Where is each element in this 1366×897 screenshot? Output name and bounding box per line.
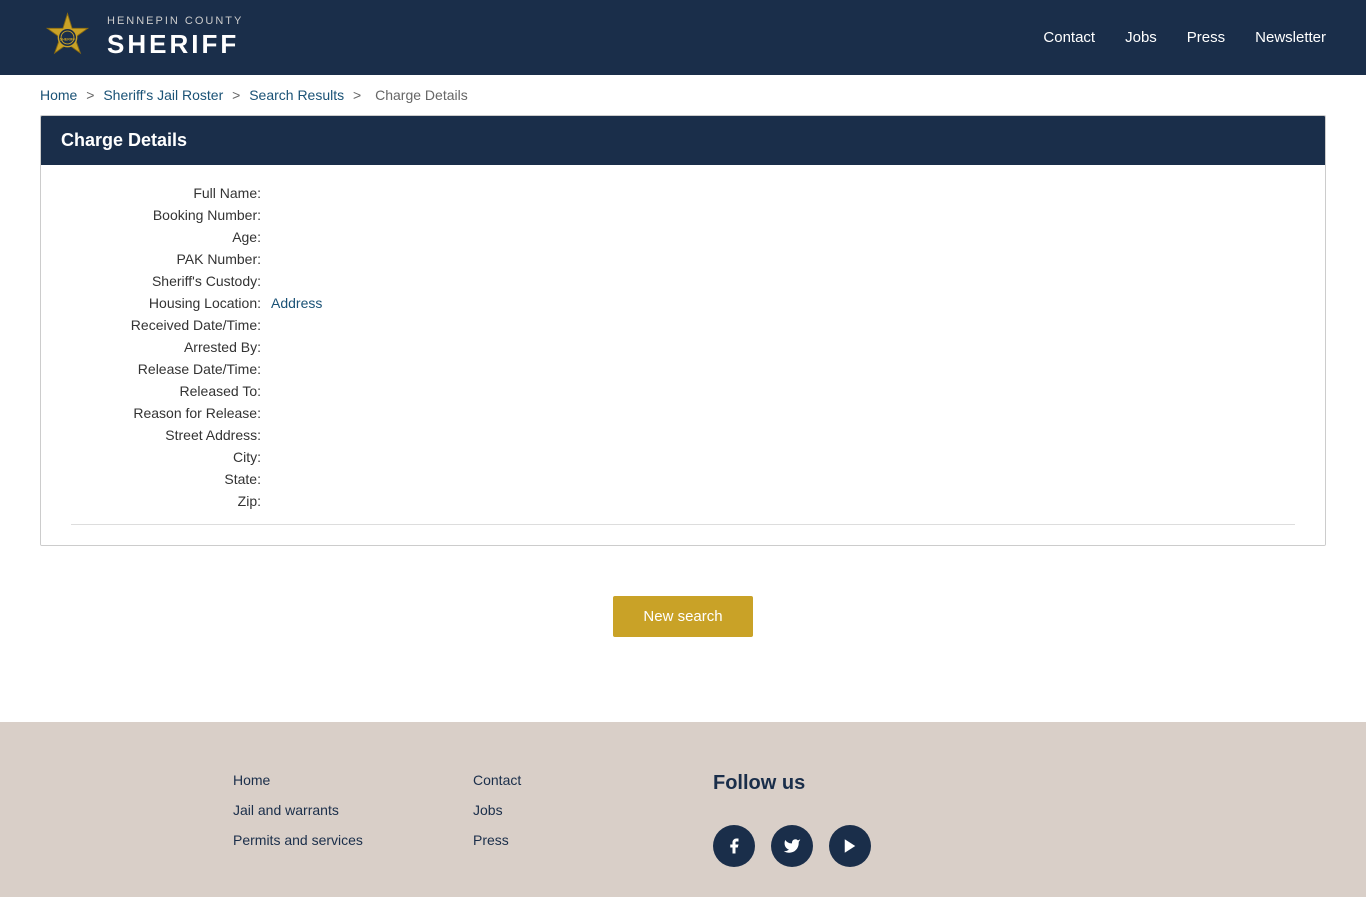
label-booking-number: Booking Number:: [71, 207, 271, 223]
label-reason-for-release: Reason for Release:: [71, 405, 271, 421]
label-full-name: Full Name:: [71, 185, 271, 201]
footer-col-1: Home Jail and warrants Permits and servi…: [233, 772, 413, 867]
value-booking-number: [271, 207, 1295, 223]
value-pak-number: [271, 251, 1295, 267]
facebook-icon[interactable]: [713, 825, 755, 867]
value-reason-for-release: [271, 405, 1295, 421]
breadcrumb: Home > Sheriff's Jail Roster > Search Re…: [0, 75, 1366, 115]
footer-link-contact[interactable]: Contact: [473, 772, 653, 788]
breadcrumb-home[interactable]: Home: [40, 87, 77, 103]
site-footer: Home Jail and warrants Permits and servi…: [0, 722, 1366, 897]
follow-us-heading: Follow us: [713, 772, 913, 795]
value-state: [271, 471, 1295, 487]
main-nav: Contact Jobs Press Newsletter: [1043, 29, 1326, 46]
field-full-name: Full Name:: [71, 185, 1295, 201]
value-sheriffs-custody: [271, 273, 1295, 289]
charge-details-card: Charge Details Full Name: Booking Number…: [40, 115, 1326, 546]
field-booking-number: Booking Number:: [71, 207, 1295, 223]
twitter-icon[interactable]: [771, 825, 813, 867]
nav-jobs[interactable]: Jobs: [1125, 29, 1157, 46]
header-county: HENNEPIN COUNTY: [107, 15, 243, 28]
value-release-datetime: [271, 361, 1295, 377]
label-released-to: Released To:: [71, 383, 271, 399]
svg-text:SHERIFF: SHERIFF: [60, 37, 76, 41]
label-housing-location: Housing Location:: [71, 295, 271, 311]
field-received-datetime: Received Date/Time:: [71, 317, 1295, 333]
card-body: Full Name: Booking Number: Age: PAK Numb…: [41, 165, 1325, 545]
logo: SHERIFF HENNEPIN COUNTY SHERIFF: [40, 10, 243, 65]
field-city: City:: [71, 449, 1295, 465]
youtube-icon[interactable]: [829, 825, 871, 867]
header-title-group: HENNEPIN COUNTY SHERIFF: [107, 15, 243, 59]
label-age: Age:: [71, 229, 271, 245]
label-release-datetime: Release Date/Time:: [71, 361, 271, 377]
main-content: Charge Details Full Name: Booking Number…: [0, 115, 1366, 702]
field-sheriffs-custody: Sheriff's Custody:: [71, 273, 1295, 289]
label-sheriffs-custody: Sheriff's Custody:: [71, 273, 271, 289]
field-housing-location: Housing Location: Address: [71, 295, 1295, 311]
field-released-to: Released To:: [71, 383, 1295, 399]
sheriff-badge-icon: SHERIFF: [40, 10, 95, 65]
value-zip: [271, 493, 1295, 509]
field-street-address: Street Address:: [71, 427, 1295, 443]
value-full-name: [271, 185, 1295, 201]
field-reason-for-release: Reason for Release:: [71, 405, 1295, 421]
label-state: State:: [71, 471, 271, 487]
site-header: SHERIFF HENNEPIN COUNTY SHERIFF Contact …: [0, 0, 1366, 75]
card-title: Charge Details: [61, 130, 1305, 151]
breadcrumb-separator-2: >: [232, 87, 240, 103]
footer-follow: Follow us: [713, 772, 913, 867]
label-received-datetime: Received Date/Time:: [71, 317, 271, 333]
breadcrumb-jail-roster[interactable]: Sheriff's Jail Roster: [103, 87, 223, 103]
field-age: Age:: [71, 229, 1295, 245]
breadcrumb-search-results[interactable]: Search Results: [249, 87, 344, 103]
button-area: New search: [40, 571, 1326, 662]
breadcrumb-current: Charge Details: [375, 87, 468, 103]
nav-press[interactable]: Press: [1187, 29, 1225, 46]
field-pak-number: PAK Number:: [71, 251, 1295, 267]
breadcrumb-separator-3: >: [353, 87, 361, 103]
value-street-address: [271, 427, 1295, 443]
header-sheriff: SHERIFF: [107, 29, 243, 60]
value-city: [271, 449, 1295, 465]
value-age: [271, 229, 1295, 245]
footer-link-jobs[interactable]: Jobs: [473, 802, 653, 818]
card-header: Charge Details: [41, 116, 1325, 165]
field-release-datetime: Release Date/Time:: [71, 361, 1295, 377]
nav-newsletter[interactable]: Newsletter: [1255, 29, 1326, 46]
footer-col-2: Contact Jobs Press: [473, 772, 653, 867]
label-street-address: Street Address:: [71, 427, 271, 443]
value-released-to: [271, 383, 1295, 399]
value-received-datetime: [271, 317, 1295, 333]
footer-grid: Home Jail and warrants Permits and servi…: [233, 772, 1133, 867]
value-housing-location-link[interactable]: Address: [271, 295, 1295, 311]
footer-link-home[interactable]: Home: [233, 772, 413, 788]
card-divider: [71, 524, 1295, 525]
label-pak-number: PAK Number:: [71, 251, 271, 267]
footer-link-permits[interactable]: Permits and services: [233, 832, 413, 848]
footer-link-jail-warrants[interactable]: Jail and warrants: [233, 802, 413, 818]
label-city: City:: [71, 449, 271, 465]
label-arrested-by: Arrested By:: [71, 339, 271, 355]
value-arrested-by: [271, 339, 1295, 355]
nav-contact[interactable]: Contact: [1043, 29, 1095, 46]
field-arrested-by: Arrested By:: [71, 339, 1295, 355]
field-state: State:: [71, 471, 1295, 487]
label-zip: Zip:: [71, 493, 271, 509]
breadcrumb-separator-1: >: [86, 87, 94, 103]
social-icons: [713, 825, 913, 867]
field-zip: Zip:: [71, 493, 1295, 509]
new-search-button[interactable]: New search: [613, 596, 752, 637]
footer-link-press[interactable]: Press: [473, 832, 653, 848]
